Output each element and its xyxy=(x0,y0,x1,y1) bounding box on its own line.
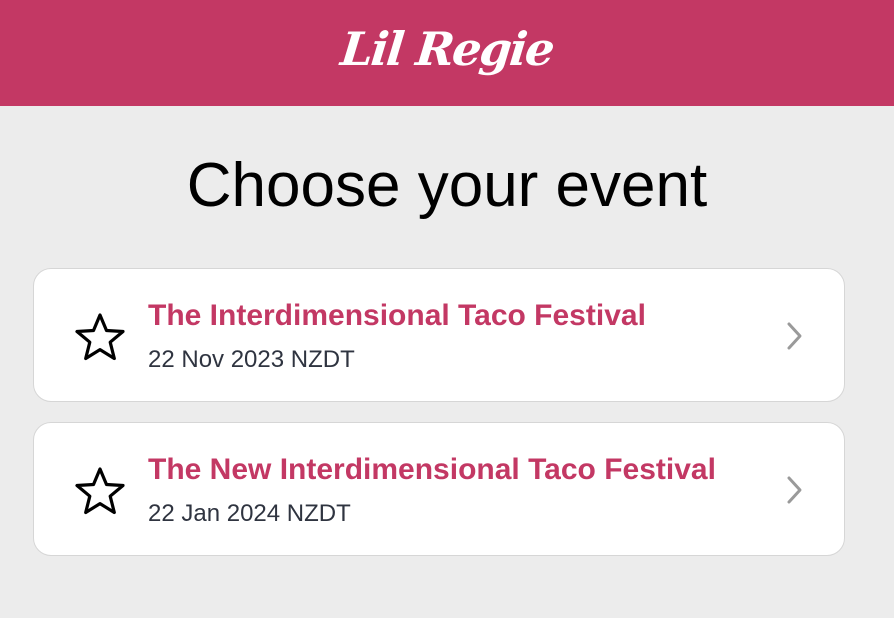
chevron-right-icon[interactable] xyxy=(784,475,804,505)
chevron-right-icon[interactable] xyxy=(784,321,804,351)
event-card[interactable]: The New Interdimensional Taco Festival 2… xyxy=(33,422,845,556)
app-logo[interactable]: Lil Regie xyxy=(338,22,555,76)
event-date: 22 Nov 2023 NZDT xyxy=(148,346,355,373)
page-title: Choose your event xyxy=(186,151,708,220)
event-date: 22 Jan 2024 NZDT xyxy=(148,500,351,527)
event-card[interactable]: The Interdimensional Taco Festival 22 No… xyxy=(33,268,845,402)
event-name[interactable]: The Interdimensional Taco Festival xyxy=(148,299,646,333)
star-outline-icon[interactable] xyxy=(74,466,126,516)
event-name[interactable]: The New Interdimensional Taco Festival xyxy=(148,453,716,487)
app-header: Lil Regie xyxy=(0,0,894,106)
star-outline-icon[interactable] xyxy=(74,312,126,362)
